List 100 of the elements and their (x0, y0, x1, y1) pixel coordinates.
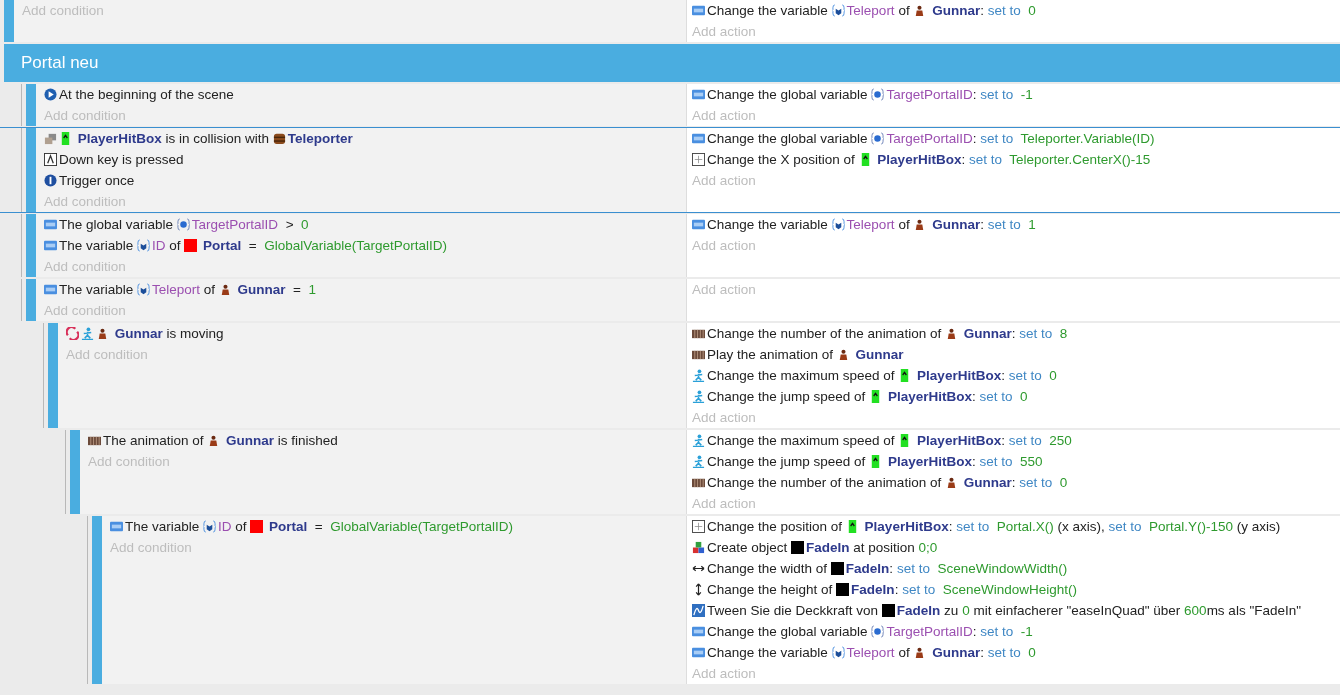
action-text: FadeIn: set to SceneWindowWidth() (845, 561, 1068, 576)
braces-icon (137, 239, 151, 252)
add-action-link[interactable]: Add action (692, 410, 756, 425)
running-figure-icon (692, 390, 705, 403)
event-bar[interactable] (26, 214, 36, 277)
action-text: Teleport of (846, 3, 911, 18)
condition-text: The variable (125, 519, 201, 534)
sprite-icon (59, 132, 72, 145)
group-header[interactable]: Portal neu (4, 44, 1340, 82)
action-text: PlayerHitBox: set to 0 (886, 389, 1028, 404)
braces-icon (831, 218, 845, 231)
condition-text: Down key is pressed (59, 152, 184, 167)
condition-text: The variable (59, 282, 135, 297)
condition-text: Portal = GlobalVariable(TargetPortalID) (202, 238, 448, 253)
curve-icon (692, 604, 705, 617)
condition-text: Portal = GlobalVariable(TargetPortalID) (268, 519, 514, 534)
variable-icon (692, 218, 705, 231)
film-strip-icon (692, 476, 705, 489)
group-title: Portal neu (21, 53, 99, 73)
add-action-link[interactable]: Add action (692, 24, 756, 39)
variable-icon (692, 88, 705, 101)
condition-text: The variable (59, 238, 135, 253)
condition-text: Teleporter (287, 131, 353, 146)
event-row[interactable] (0, 128, 1340, 212)
variable-icon (44, 218, 57, 231)
square-icon (830, 562, 844, 575)
action-text: Gunnar: set to 0 (931, 3, 1036, 18)
action-text: Gunnar (854, 347, 904, 362)
action-text: TargetPortalID: set to -1 (886, 87, 1033, 102)
action-text: PlayerHitBox: set to 0 (916, 368, 1057, 383)
square-icon (250, 520, 264, 533)
action-text: Gunnar: set to 1 (931, 217, 1036, 232)
action-text: Change the maximum speed of (707, 433, 896, 448)
condition-text: Teleport of (152, 282, 217, 297)
globe-variable-icon (871, 625, 885, 638)
variable-icon (44, 239, 57, 252)
swirl-icon (66, 327, 79, 340)
event-bar[interactable] (26, 279, 36, 321)
event-bar[interactable] (70, 430, 80, 514)
action-text: Gunnar: set to 0 (931, 645, 1036, 660)
stacked-squares-icon (44, 132, 57, 145)
running-figure-icon (692, 369, 705, 382)
variable-icon (692, 625, 705, 638)
film-strip-icon (88, 434, 101, 447)
condition-text: ID of (218, 519, 248, 534)
action-text: Change the number of the animation of (707, 475, 943, 490)
action-text: Gunnar: set to 0 (962, 475, 1068, 490)
square-icon (184, 239, 198, 252)
condition-text: Gunnar is moving (113, 326, 224, 341)
add-action-link[interactable]: Add action (692, 282, 756, 297)
variable-icon (110, 520, 123, 533)
action-text: Change the height of (707, 582, 834, 597)
variable-icon (692, 132, 705, 145)
condition-text: At the beginning of the scene (59, 87, 234, 102)
action-text: Tween Sie die Deckkraft von (707, 603, 880, 618)
action-text: Change the position of (707, 519, 844, 534)
action-text: Teleport of (846, 217, 911, 232)
add-action-link[interactable]: Add action (692, 173, 756, 188)
action-text: Change the maximum speed of (707, 368, 896, 383)
condition-text: The global variable (59, 217, 175, 232)
blocks-icon (692, 541, 705, 554)
action-text: FadeIn zu 0 mit einfacherer "easeInQuad" über 600ms als "FadeIn" (896, 603, 1301, 618)
running-figure-icon (692, 434, 705, 447)
action-text: PlayerHitBox: set to Portal.X() (x axis), set to Portal.Y()-150 (y axis) (863, 519, 1281, 534)
character-icon (96, 327, 109, 340)
braces-icon (831, 4, 845, 17)
action-text: Change the jump speed of (707, 389, 867, 404)
event-bar[interactable] (26, 128, 36, 212)
condition-text: Gunnar = 1 (236, 282, 316, 297)
braces-icon (137, 283, 151, 296)
barrel-icon (272, 132, 286, 145)
add-action-link[interactable]: Add action (692, 238, 756, 253)
event-bar[interactable] (92, 516, 102, 684)
action-text: PlayerHitBox: set to 250 (916, 433, 1072, 448)
event-bar[interactable] (26, 84, 36, 126)
running-figure-icon (81, 327, 94, 340)
square-icon (791, 541, 805, 554)
add-action-link[interactable]: Add action (692, 496, 756, 511)
variable-icon (44, 283, 57, 296)
event-bar[interactable] (4, 0, 14, 42)
braces-icon (203, 520, 217, 533)
play-icon (44, 88, 57, 101)
condition-text: ID of (152, 238, 182, 253)
action-text: Change the width of (707, 561, 829, 576)
action-text: FadeIn: set to SceneWindowHeight() (851, 582, 1077, 597)
event-bar[interactable] (48, 323, 58, 428)
crosshair-icon (692, 153, 705, 166)
action-text: Change the X position of (707, 152, 856, 167)
action-text: Play the animation of (707, 347, 835, 362)
action-text: Change the variable (707, 645, 829, 660)
add-action-link[interactable]: Add action (692, 666, 756, 681)
condition-text: Gunnar is finished (225, 433, 338, 448)
key-icon (44, 153, 57, 166)
square-icon (836, 583, 850, 596)
film-strip-icon (692, 348, 705, 361)
globe-variable-icon (176, 218, 190, 231)
variable-icon (692, 4, 705, 17)
action-text: Teleport of (846, 645, 911, 660)
add-action-link[interactable]: Add action (692, 108, 756, 123)
action-text: Change the variable (707, 217, 829, 232)
